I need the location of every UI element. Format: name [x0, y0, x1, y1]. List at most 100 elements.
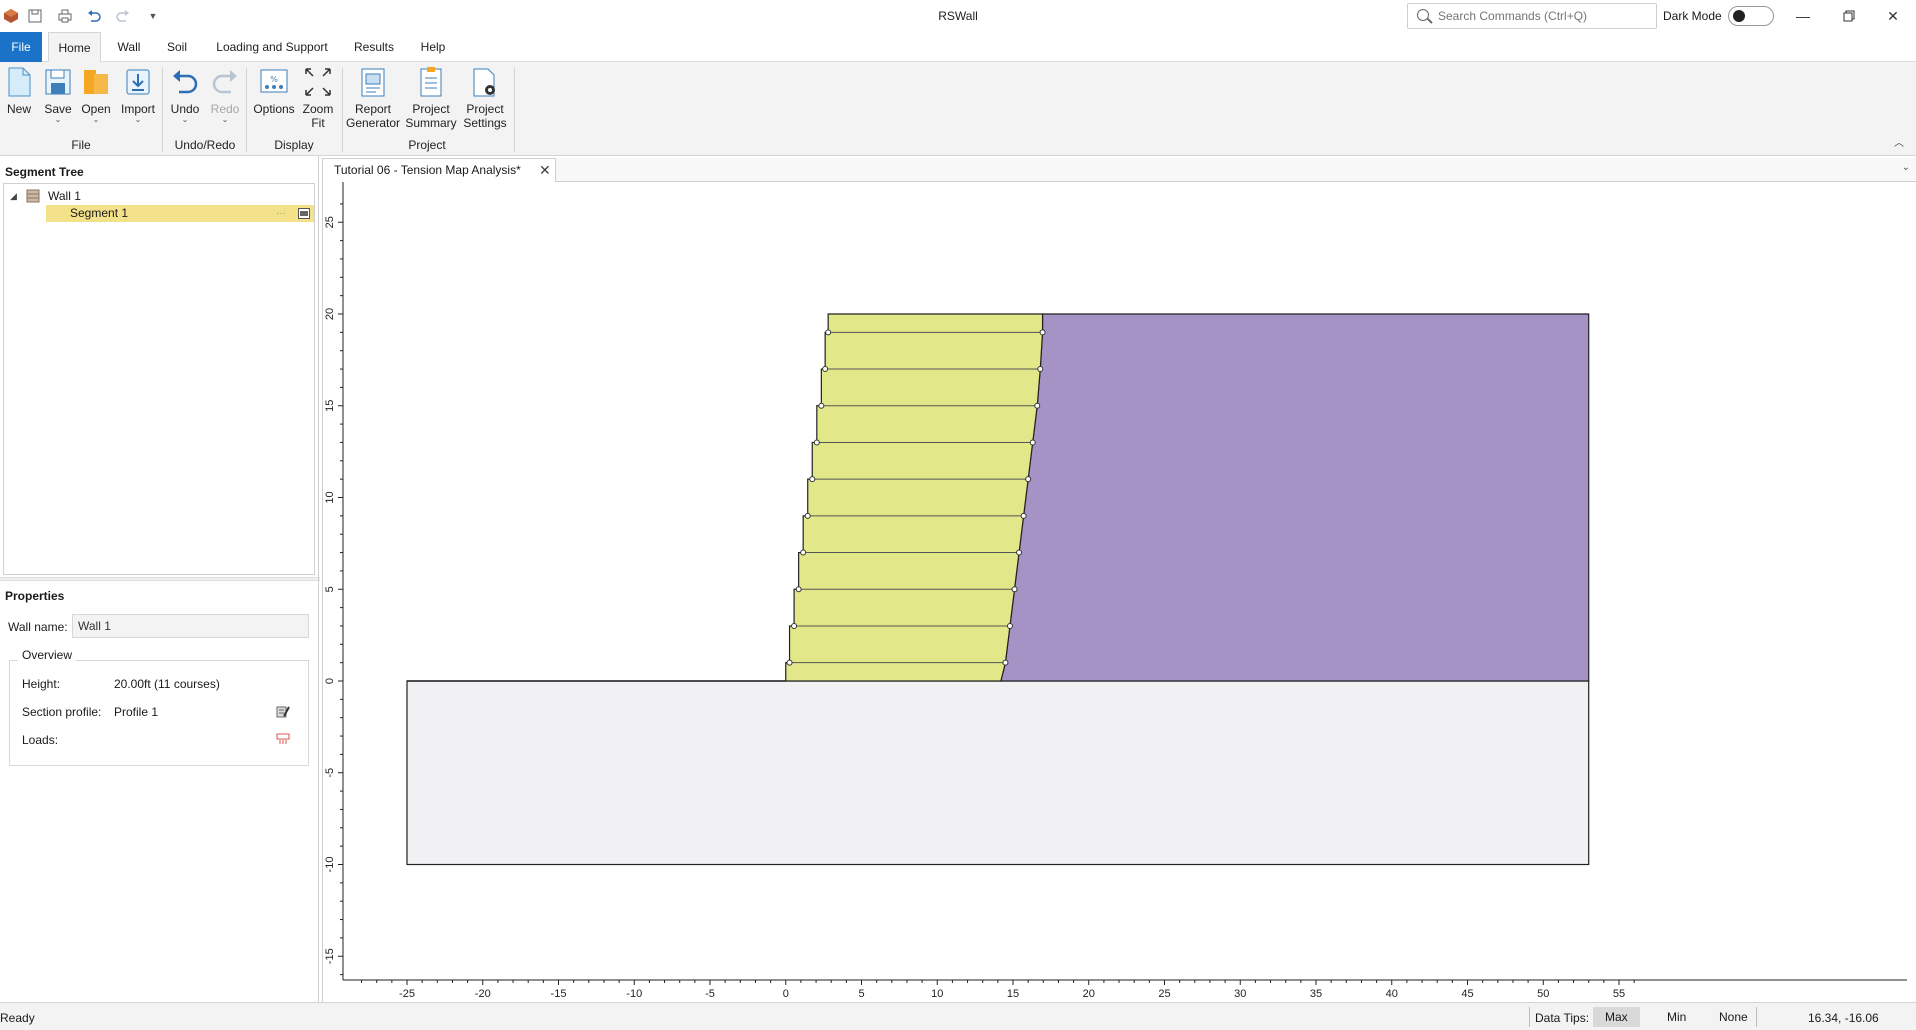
x-tick-label: -20	[475, 988, 491, 1000]
reinforcement-node	[791, 622, 798, 629]
reinforcement-node	[1029, 439, 1036, 446]
tab-help[interactable]: Help	[412, 32, 454, 62]
reinforcement-node	[813, 439, 820, 446]
tab-results[interactable]: Results	[348, 32, 400, 62]
tree-collapse-icon[interactable]: ◢	[10, 188, 17, 205]
quick-access-menu-icon[interactable]: ▼	[144, 7, 162, 25]
edit-profile-icon[interactable]	[276, 704, 290, 721]
minimize-icon[interactable]: —	[1780, 0, 1826, 32]
quick-undo-icon[interactable]	[85, 7, 103, 25]
reinforcement-node	[786, 659, 793, 666]
quick-save-icon[interactable]	[26, 7, 44, 25]
report-generator-button[interactable]: Report Generator	[346, 66, 400, 130]
reinforcement-node	[1006, 622, 1013, 629]
quick-redo-icon[interactable]	[114, 7, 132, 25]
segment-tree-title: Segment Tree	[5, 165, 84, 179]
loads-label: Loads:	[22, 733, 59, 747]
reinforcement-node	[1037, 366, 1044, 373]
new-file-icon	[4, 66, 34, 98]
options-button[interactable]: % Options	[252, 66, 296, 116]
report-generator-icon	[358, 66, 388, 98]
data-tips-none[interactable]: None	[1707, 1007, 1760, 1027]
x-tick-label: -10	[626, 988, 642, 1000]
save-button[interactable]: Save ⌄	[42, 66, 74, 124]
wall-model-diagram[interactable]: -25 -20 -15 -10 -5 0 5 10 15 20 25 30 35 40 45 50 55-15-…	[323, 182, 1916, 1002]
panel-splitter[interactable]	[0, 577, 320, 581]
tab-wall[interactable]: Wall	[110, 32, 148, 62]
project-settings-button[interactable]: Project Settings	[460, 66, 510, 130]
title-bar: ▼ RSWall Dark Mode — ✕	[0, 0, 1916, 32]
x-tick-label: 10	[931, 988, 943, 1000]
x-tick-label: 0	[783, 988, 789, 1000]
height-value: 20.00ft (11 courses)	[114, 677, 220, 691]
ribbon-home-panel: New Save ⌄ Open ⌄ Import ⌄ File Undo ⌄ R…	[0, 62, 1916, 156]
search-commands[interactable]	[1407, 3, 1657, 29]
segment-view-icon[interactable]	[298, 207, 310, 224]
y-tick-label: 15	[324, 400, 336, 412]
undo-button[interactable]: Undo ⌄	[168, 66, 202, 124]
zoom-fit-button[interactable]: Zoom Fit	[300, 66, 336, 130]
quick-print-icon[interactable]	[56, 7, 74, 25]
loads-icon[interactable]	[276, 733, 290, 748]
foundation-soil	[406, 680, 1590, 866]
redo-button[interactable]: Redo ⌄	[208, 66, 242, 124]
open-button[interactable]: Open ⌄	[80, 66, 112, 124]
project-summary-icon	[416, 66, 446, 98]
document-tab[interactable]: Tutorial 06 - Tension Map Analysis* ✕	[322, 158, 556, 182]
data-tips-label: Data Tips:	[1535, 1011, 1590, 1025]
data-tips-min[interactable]: Min	[1655, 1007, 1698, 1027]
y-tick-label: 0	[324, 678, 336, 684]
restore-icon[interactable]	[1826, 0, 1872, 32]
wall-name-input[interactable]	[72, 614, 309, 638]
app-logo-icon	[2, 7, 20, 25]
close-tab-icon[interactable]: ✕	[539, 159, 551, 181]
x-tick-label: 35	[1310, 988, 1322, 1000]
x-tick-label: 20	[1083, 988, 1095, 1000]
reinforcement-node	[800, 549, 807, 556]
model-canvas[interactable]: -25 -20 -15 -10 -5 0 5 10 15 20 25 30 35 40 45 50 55 -15-…	[322, 182, 1916, 1002]
dark-mode-toggle[interactable]	[1728, 6, 1774, 26]
reinforcement-node	[795, 586, 802, 593]
reinforcement-node	[1034, 402, 1041, 409]
x-tick-label: -5	[705, 988, 715, 1000]
y-tick-label: 10	[324, 491, 336, 503]
data-tips-max[interactable]: Max	[1593, 1007, 1640, 1027]
cursor-coordinates: 16.34, -16.06	[1808, 1011, 1879, 1025]
search-input[interactable]	[1438, 8, 1648, 24]
height-label: Height:	[22, 677, 61, 691]
section-profile-label: Section profile:	[22, 705, 102, 719]
open-folder-icon	[81, 66, 111, 98]
tab-loading-support[interactable]: Loading and Support	[208, 32, 336, 62]
zoom-fit-icon	[303, 66, 333, 98]
status-bar: Ready Data Tips: Max Min None 16.34, -16…	[0, 1002, 1916, 1030]
import-button[interactable]: Import ⌄	[118, 66, 158, 124]
new-button[interactable]: New	[4, 66, 34, 116]
tab-home[interactable]: Home	[48, 32, 101, 62]
tab-list-dropdown-icon[interactable]: ⌄	[1902, 162, 1910, 173]
svg-text:%: %	[270, 75, 278, 84]
x-tick-label: 30	[1234, 988, 1246, 1000]
undo-icon	[170, 66, 200, 98]
tab-soil[interactable]: Soil	[158, 32, 196, 62]
retained-backfill	[1000, 313, 1590, 682]
x-tick-label: 50	[1537, 988, 1549, 1000]
search-icon	[1417, 9, 1429, 21]
wall-name-label: Wall name:	[8, 620, 68, 634]
project-summary-button[interactable]: Project Summary	[404, 66, 458, 130]
tab-file[interactable]: File	[0, 32, 42, 62]
tree-item-wall[interactable]: Wall 1	[48, 188, 81, 205]
tree-item-segment[interactable]: Segment 1 ···	[46, 205, 314, 222]
rswall-window: ▼ RSWall Dark Mode — ✕ File Home Wall So…	[0, 0, 1916, 1030]
x-tick-label: -25	[399, 988, 415, 1000]
redo-icon	[210, 66, 240, 98]
properties-title: Properties	[5, 589, 65, 603]
reinforcement-node	[1011, 586, 1018, 593]
close-window-icon[interactable]: ✕	[1870, 0, 1916, 32]
status-text: Ready	[0, 1011, 35, 1025]
collapse-ribbon-icon[interactable]: ︿	[1894, 134, 1904, 149]
reinforcement-node	[1039, 329, 1046, 336]
reinforcement-node	[1025, 476, 1032, 483]
reinforcement-node	[822, 366, 829, 373]
reinforcement-node	[1016, 549, 1023, 556]
x-tick-label: 5	[858, 988, 864, 1000]
